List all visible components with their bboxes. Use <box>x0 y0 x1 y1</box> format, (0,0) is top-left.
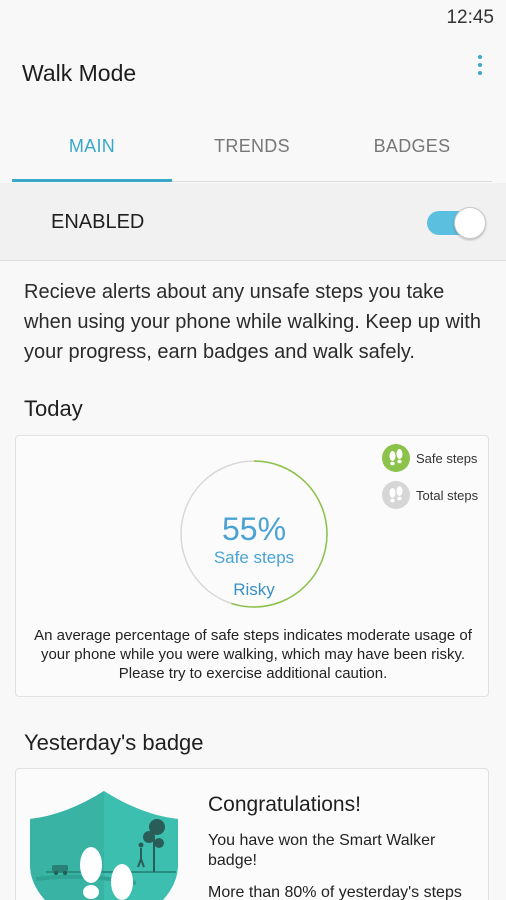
badge-detail: More than 80% of yesterday's steps <box>208 884 462 900</box>
more-options-icon[interactable] <box>472 55 488 81</box>
enabled-toggle[interactable] <box>427 207 486 239</box>
today-heading: Today <box>24 396 83 421</box>
tab-main[interactable]: MAIN <box>12 112 172 182</box>
legend-label: Safe steps <box>416 451 478 466</box>
safe-steps-label: Safe steps <box>213 548 295 567</box>
enabled-label: ENABLED <box>51 211 145 233</box>
today-note: An average percentage of safe steps indi… <box>34 627 472 682</box>
tab-trends[interactable]: TRENDS <box>172 112 332 181</box>
toggle-thumb <box>454 207 486 239</box>
status-bar: 12:45 <box>0 0 506 36</box>
today-card: 55% Safe steps Risky Safe steps Total st… <box>15 435 489 697</box>
safe-steps-ring: 55% Safe steps Risky <box>179 459 329 609</box>
tab-bar: MAIN TRENDS BADGES <box>12 112 492 182</box>
risk-level-label: Risky <box>233 580 275 599</box>
badge-message: You have won the Smart Walker badge! <box>208 832 436 869</box>
badge-title: Congratulations! <box>208 793 361 816</box>
total-footsteps-icon <box>382 481 410 509</box>
description-text: Recieve alerts about any unsafe steps yo… <box>24 281 481 363</box>
legend-label: Total steps <box>416 488 479 503</box>
tab-badges[interactable]: BADGES <box>332 112 492 181</box>
safe-footsteps-icon <box>382 444 410 472</box>
safe-steps-percent: 55% <box>221 511 287 547</box>
yesterday-heading: Yesterday's badge <box>24 730 204 755</box>
yesterday-badge-card[interactable]: Congratulations! You have won the Smart … <box>15 768 489 900</box>
app-bar: Walk Mode <box>0 36 506 112</box>
status-time: 12:45 <box>446 7 494 28</box>
smart-walker-badge-image <box>26 787 186 900</box>
page-title: Walk Mode <box>22 60 137 86</box>
enabled-row: ENABLED <box>0 183 506 261</box>
